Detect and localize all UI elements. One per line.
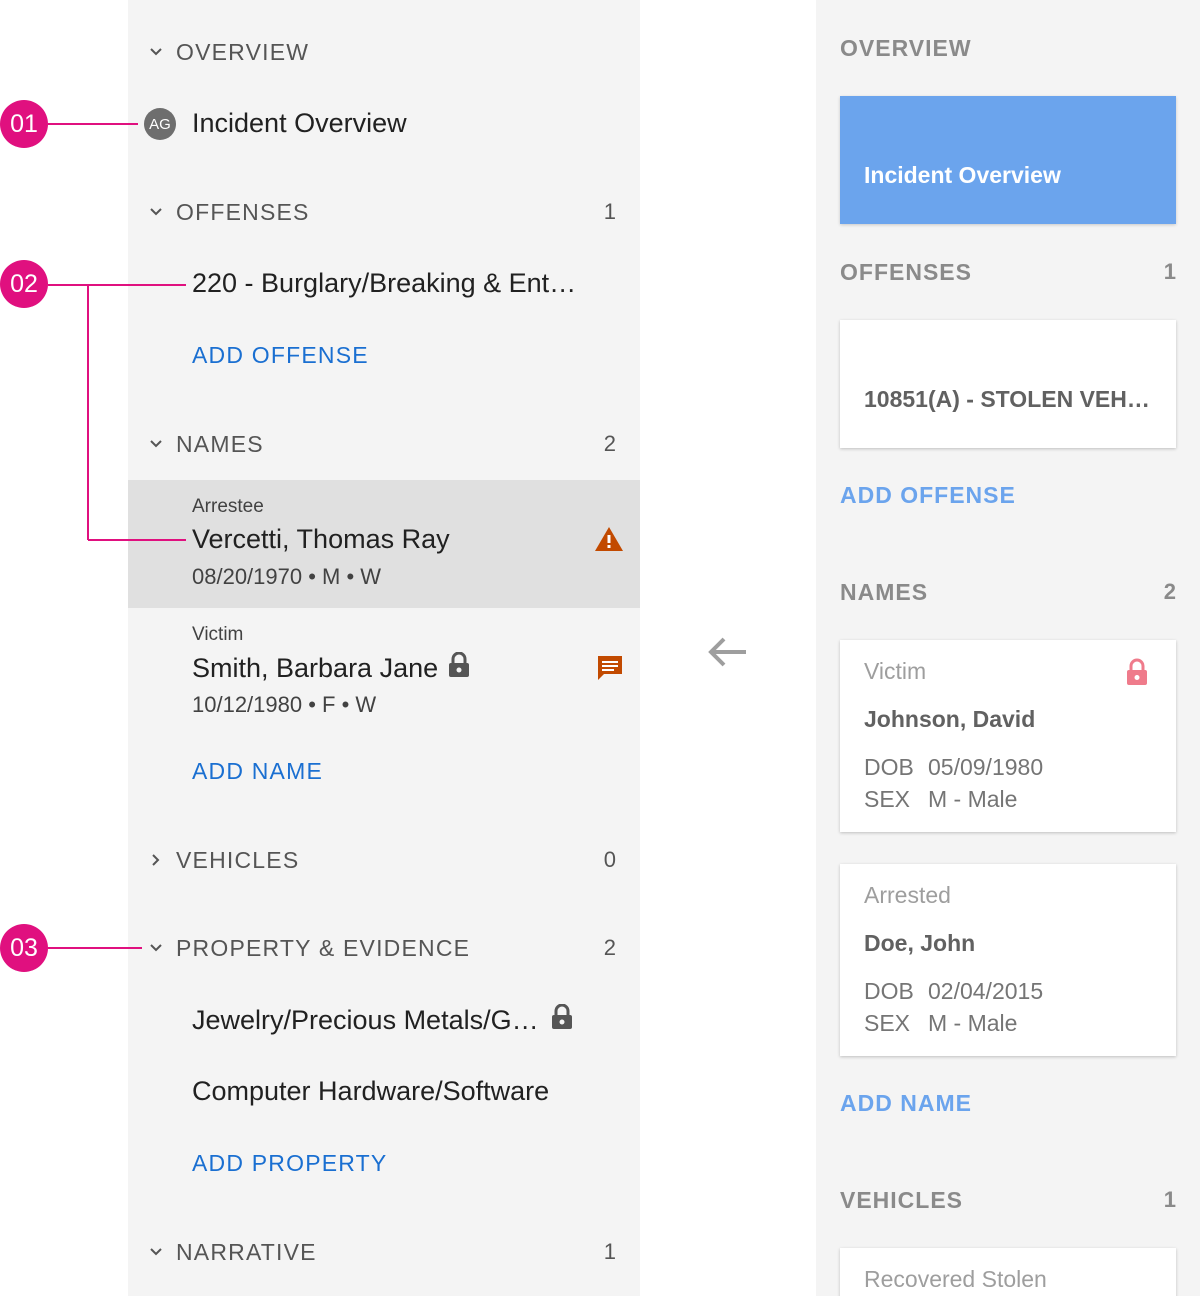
section-count: 1 [1163,259,1176,284]
comment-icon [596,654,624,687]
callout-badge: 01 [0,100,48,148]
navigation-panel: OVERVIEW AG Incident Overview OFFENSES 1… [128,0,640,1296]
section-property-header[interactable]: PROPERTY & EVIDENCE 2 [128,928,640,968]
add-name-button[interactable]: ADD NAME [840,1090,972,1117]
property-item[interactable]: Computer Hardware/Software [192,1076,549,1107]
section-title: NAMES [840,578,929,605]
name-card[interactable]: Victim Johnson, David DOB 05/09/1980 SEX M… [840,640,1176,832]
lock-icon [1126,658,1148,691]
section-count: 1 [603,199,616,224]
add-name-button[interactable]: ADD NAME [192,758,323,785]
section-offenses-header: OFFENSES 1 [840,256,1176,288]
offense-card[interactable]: 10851(A) - STOLEN VEH… [840,320,1176,448]
name-meta: 08/20/1970 • M • W [192,564,382,589]
card-name: Johnson, David [864,706,1036,732]
card-dob: DOB 05/09/1980 [864,754,1043,781]
section-names-header: NAMES 2 [840,576,1176,608]
name-row-victim[interactable]: Victim Smith, Barbara Jane 10/12/1980 • … [128,608,640,736]
name-full: Smith, Barbara Jane [192,651,470,685]
arrow-left-icon [706,634,750,670]
section-vehicles-header[interactable]: VEHICLES 0 [128,840,640,880]
card-sex: SEX M - Male [864,786,1017,813]
section-overview-header: OVERVIEW [840,32,1176,64]
section-title: VEHICLES [840,1186,964,1213]
card-dob: DOB 02/04/2015 [864,978,1043,1005]
callout-badge: 03 [0,924,48,972]
section-title: PROPERTY & EVIDENCE [176,934,471,961]
offense-item[interactable]: 220 - Burglary/Breaking & Ent… [192,268,576,299]
section-count: 2 [1163,579,1176,604]
dob-label: DOB [864,754,914,780]
section-count: 1 [603,1239,616,1264]
lock-icon [448,651,470,685]
dob-value: 05/09/1980 [928,754,1044,780]
section-offenses-header[interactable]: OFFENSES 1 [128,192,640,232]
name-meta: 10/12/1980 • F • W [192,692,377,717]
property-item-label: Jewelry/Precious Metals/G… [192,1005,539,1035]
name-row-arrestee[interactable]: Arrestee Vercetti, Thomas Ray 08/20/1970… [128,480,640,608]
lock-icon [551,1003,573,1037]
sex-value: M - Male [928,1010,1018,1036]
add-property-button[interactable]: ADD PROPERTY [192,1150,387,1177]
add-offense-button[interactable]: ADD OFFENSE [192,342,369,369]
name-role: Arrestee [192,496,264,517]
card-title: Incident Overview [864,162,1061,188]
section-overview-header[interactable]: OVERVIEW [128,32,640,72]
section-vehicles-header: VEHICLES 1 [840,1184,1176,1216]
section-title: OFFENSES [840,258,972,285]
warning-icon [594,526,624,557]
callout-lines [48,123,186,949]
section-count: 0 [603,847,616,872]
dob-label: DOB [864,978,914,1004]
incident-overview-link[interactable]: Incident Overview [192,108,407,139]
add-offense-button[interactable]: ADD OFFENSE [840,482,1016,509]
section-count: 2 [603,935,616,960]
sex-value: M - Male [928,786,1018,812]
sex-label: SEX [864,1010,911,1036]
incident-overview-card[interactable]: Incident Overview [840,96,1176,224]
dob-value: 02/04/2015 [928,978,1044,1004]
card-title: 10851(A) - STOLEN VEH… [864,386,1150,412]
name-full: Vercetti, Thomas Ray [192,524,450,555]
card-role: Victim [864,658,927,684]
name-text: Vercetti, Thomas Ray [192,524,450,554]
sex-label: SEX [864,786,911,812]
chevron-down-icon [148,1244,164,1260]
name-card[interactable]: Arrested Doe, John DOB 02/04/2015 SEX M - … [840,864,1176,1056]
callout-badge: 02 [0,260,48,308]
section-narrative-header[interactable]: NARRATIVE 1 [128,1232,640,1272]
section-title: NARRATIVE [176,1238,317,1265]
card-role: Recovered Stolen [864,1266,1047,1292]
legacy-navigation-panel: OVERVIEW Incident Overview OFFENSES 1 10… [816,0,1200,1296]
name-text: Smith, Barbara Jane [192,653,439,683]
section-count: 1 [1163,1187,1176,1212]
property-item[interactable]: Jewelry/Precious Metals/G… [192,1003,573,1037]
section-title: OVERVIEW [840,34,972,61]
section-count: 2 [603,431,616,456]
card-name: Doe, John [864,930,976,956]
card-sex: SEX M - Male [864,1010,1017,1037]
vehicle-card[interactable]: Recovered Stolen [840,1248,1176,1296]
card-role: Arrested [864,882,951,908]
section-names-header[interactable]: NAMES 2 [128,424,640,464]
